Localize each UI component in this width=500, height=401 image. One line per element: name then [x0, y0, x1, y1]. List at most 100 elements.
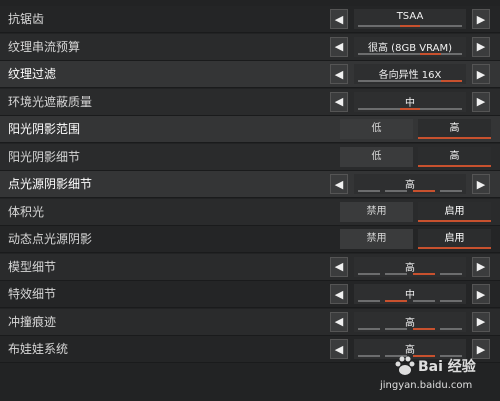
level-indicator — [358, 327, 462, 330]
chevron-left-icon: ◀ — [334, 287, 344, 301]
paw-logo-icon — [395, 356, 415, 375]
toggle-option-button[interactable]: 高 — [418, 119, 491, 139]
setting-row-texture-budget: 纹理串流预算 ◀ 很高 (8GB VRAM) ▶ — [0, 33, 500, 61]
decrease-arrow-button[interactable]: ◀ — [330, 91, 348, 112]
setting-row-texture-filtering: 纹理过滤 ◀ 各向异性 16X ▶ — [0, 61, 500, 88]
decrease-arrow-button[interactable]: ◀ — [330, 64, 348, 84]
toggle-option-button[interactable]: 低 — [340, 146, 413, 167]
level-tick — [385, 190, 408, 192]
level-tick — [385, 327, 408, 330]
decrease-arrow-button[interactable]: ◀ — [330, 256, 348, 277]
increase-arrow-button[interactable]: ▶ — [472, 64, 490, 84]
setting-label: 体积光 — [8, 204, 45, 219]
level-tick — [399, 25, 421, 27]
setting-label: 点光源阴影细节 — [8, 177, 93, 191]
setting-stepper-value: 各向异性 16X — [354, 64, 466, 84]
toggle-option-button[interactable]: 高 — [418, 146, 491, 167]
level-indicator — [358, 80, 462, 82]
setting-value: 高 — [405, 180, 415, 191]
decrease-arrow-button[interactable]: ◀ — [330, 36, 348, 57]
setting-stepper-value: 中 — [354, 91, 466, 112]
level-tick — [441, 52, 462, 55]
chevron-left-icon: ◀ — [334, 342, 344, 356]
chevron-right-icon: ▶ — [476, 177, 486, 191]
toggle-option-button[interactable]: 启用 — [418, 201, 491, 222]
chevron-left-icon: ◀ — [334, 177, 344, 191]
setting-value: 中 — [405, 290, 415, 301]
level-tick — [412, 300, 435, 302]
level-tick — [439, 300, 462, 302]
increase-arrow-button[interactable]: ▶ — [472, 36, 490, 57]
setting-row-spot-shadow-detail: 点光源阴影细节 ◀ 高 ▶ — [0, 171, 500, 198]
setting-stepper-value: 高 — [354, 311, 466, 332]
setting-row-model-detail: 模型细节 ◀ 高 ▶ — [0, 253, 500, 281]
setting-value: 高 — [405, 317, 415, 329]
toggle-option-button[interactable]: 低 — [340, 119, 413, 139]
chevron-left-icon: ◀ — [334, 95, 344, 108]
chevron-left-icon: ◀ — [334, 315, 344, 328]
level-indicator — [358, 107, 462, 110]
setting-value: 中 — [405, 97, 415, 109]
setting-stepper-value: 高 — [354, 256, 466, 277]
chevron-right-icon: ▶ — [476, 287, 486, 301]
level-tick — [441, 25, 462, 27]
setting-label: 环境光遮蔽质量 — [8, 94, 93, 109]
chevron-right-icon: ▶ — [476, 260, 486, 273]
setting-value: 高 — [405, 262, 415, 274]
level-tick — [399, 52, 421, 55]
level-tick — [412, 327, 435, 330]
setting-stepper-value: 很高 (8GB VRAM) — [354, 36, 466, 57]
level-tick — [358, 190, 380, 192]
level-tick — [378, 107, 400, 110]
level-tick — [439, 190, 462, 192]
chevron-left-icon: ◀ — [334, 40, 344, 53]
increase-arrow-button[interactable]: ▶ — [472, 311, 490, 332]
level-tick — [441, 80, 462, 82]
increase-arrow-button[interactable]: ▶ — [472, 174, 490, 194]
setting-label: 纹理串流预算 — [8, 39, 81, 54]
chevron-right-icon: ▶ — [476, 40, 486, 53]
setting-value: 各向异性 16X — [378, 70, 442, 81]
watermark-url: jingyan.baidu.com — [380, 380, 473, 391]
setting-row-volumetric-lighting: 体积光 禁用 启用 — [0, 198, 500, 226]
chevron-left-icon: ◀ — [334, 67, 344, 81]
setting-label: 阳光阴影范围 — [8, 122, 81, 136]
increase-arrow-button[interactable]: ▶ — [472, 284, 490, 304]
level-indicator — [358, 190, 462, 192]
toggle-option-button[interactable]: 禁用 — [340, 201, 413, 222]
setting-row-dynamic-spot-shadows: 动态点光源阴影 禁用 启用 — [0, 226, 500, 253]
setting-row-effects-detail: 特效细节 ◀ 中 ▶ — [0, 281, 500, 308]
increase-arrow-button[interactable]: ▶ — [472, 256, 490, 277]
graphics-settings-panel: 抗锯齿 ◀ TSAA ▶ 纹理串流预算 ◀ 很高 (8GB VRAM) ▶ 纹理过滤 ◀ 各向异性 … — [0, 0, 500, 401]
setting-label: 冲撞痕迹 — [8, 314, 57, 329]
level-indicator — [358, 25, 462, 27]
decrease-arrow-button[interactable]: ◀ — [330, 174, 348, 194]
level-tick — [399, 80, 421, 82]
setting-label: 抗锯齿 — [8, 12, 45, 26]
level-tick — [358, 25, 379, 27]
decrease-arrow-button[interactable]: ◀ — [330, 284, 348, 304]
decrease-arrow-button[interactable]: ◀ — [330, 339, 348, 359]
setting-value: TSAA — [396, 11, 424, 22]
decrease-arrow-button[interactable]: ◀ — [330, 311, 348, 332]
level-tick — [358, 327, 380, 330]
baidu-jingyan-watermark: Bai 经验 jingyan.baidu.com — [380, 354, 500, 401]
level-tick — [358, 52, 379, 55]
level-tick — [412, 272, 435, 275]
setting-stepper-value: 中 — [354, 284, 466, 304]
level-tick — [358, 80, 379, 82]
level-tick — [412, 190, 435, 192]
decrease-arrow-button[interactable]: ◀ — [330, 9, 348, 29]
setting-row-ambient-occlusion: 环境光遮蔽质量 ◀ 中 ▶ — [0, 88, 500, 116]
level-tick — [420, 52, 442, 55]
setting-label: 布娃娃系统 — [8, 342, 69, 356]
setting-stepper-value: TSAA — [354, 9, 466, 29]
setting-stepper-value: 高 — [354, 174, 466, 194]
toggle-option-button[interactable]: 禁用 — [340, 229, 413, 249]
setting-row-sun-shadow-detail: 阳光阴影细节 低高 — [0, 143, 500, 171]
increase-arrow-button[interactable]: ▶ — [472, 9, 490, 29]
chevron-right-icon: ▶ — [476, 12, 486, 26]
toggle-option-button[interactable]: 启用 — [418, 229, 491, 249]
increase-arrow-button[interactable]: ▶ — [472, 91, 490, 112]
chevron-right-icon: ▶ — [476, 67, 486, 81]
